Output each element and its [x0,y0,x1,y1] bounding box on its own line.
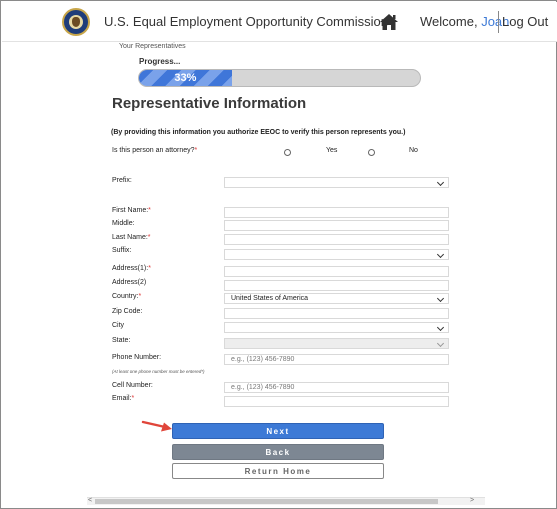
state-label: State: [112,337,131,344]
logout-link[interactable]: Log Out [502,14,548,29]
attorney-question: Is this person an attorney?* [112,147,198,154]
next-button[interactable]: Next [172,423,384,439]
email-label: Email:* [112,395,135,402]
country-label: Country:* [112,293,142,300]
attorney-yes-label: Yes [326,147,338,154]
first-name-input[interactable] [224,207,449,218]
state-select[interactable] [224,338,449,349]
welcome-text: Welcome, Joan [420,14,510,29]
header-bar: U.S. Equal Employment Opportunity Commis… [2,2,557,42]
address2-input[interactable] [224,280,449,291]
page-title: Representative Information [112,95,307,112]
middle-label: Middle: [112,220,135,227]
last-name-input[interactable] [224,234,449,245]
chevron-down-icon [436,250,445,259]
attorney-no-radio[interactable] [368,149,375,156]
authorize-notice: (By providing this information you autho… [111,129,406,136]
red-arrow-icon [141,420,172,432]
return-home-button[interactable]: Return Home [172,463,384,479]
city-select[interactable] [224,322,449,333]
prefix-select[interactable] [224,177,449,188]
suffix-select[interactable] [224,249,449,260]
chevron-down-icon [436,339,445,348]
country-select[interactable]: United States of America [224,293,449,304]
prefix-label: Prefix: [112,177,132,184]
progress-label: Progress... [139,57,181,66]
address1-label: Address(1):* [112,265,151,272]
scrollbar-thumb[interactable] [95,499,438,504]
chevron-down-icon [436,178,445,187]
phone-label: Phone Number: [112,354,162,361]
chevron-down-icon [436,323,445,332]
chevron-down-icon [436,294,445,303]
zip-label: Zip Code: [112,308,143,315]
progress-percent: 33% [174,72,197,84]
first-name-label: First Name:* [112,207,151,214]
address2-label: Address(2) [112,279,147,286]
horizontal-scrollbar[interactable]: < > [87,497,485,505]
phone-requirement-note: (At least one phone number must be enter… [112,369,205,374]
scroll-right-icon[interactable]: > [470,497,474,505]
scroll-left-icon[interactable]: < [88,497,92,505]
city-label: City [112,322,125,329]
page-frame: U.S. Equal Employment Opportunity Commis… [0,0,557,509]
eeoc-seal-icon [62,8,90,36]
cell-input[interactable]: e.g., (123) 456-7890 [224,382,449,393]
progress-bar: 33% [138,69,421,87]
phone-input[interactable]: e.g., (123) 456-7890 [224,354,449,365]
address1-input[interactable] [224,266,449,277]
agency-name: U.S. Equal Employment Opportunity Commis… [104,14,388,29]
attorney-no-label: No [409,147,418,154]
email-input[interactable] [224,396,449,407]
breadcrumb: Your Representatives [119,43,186,50]
last-name-label: Last Name:* [112,234,151,241]
zip-input[interactable] [224,308,449,319]
middle-input[interactable] [224,220,449,231]
header-divider [498,11,499,33]
back-button[interactable]: Back [172,444,384,460]
attorney-yes-radio[interactable] [284,149,291,156]
home-icon[interactable] [379,13,399,31]
suffix-label: Suffix: [112,247,132,254]
cell-label: Cell Number: [112,382,153,389]
